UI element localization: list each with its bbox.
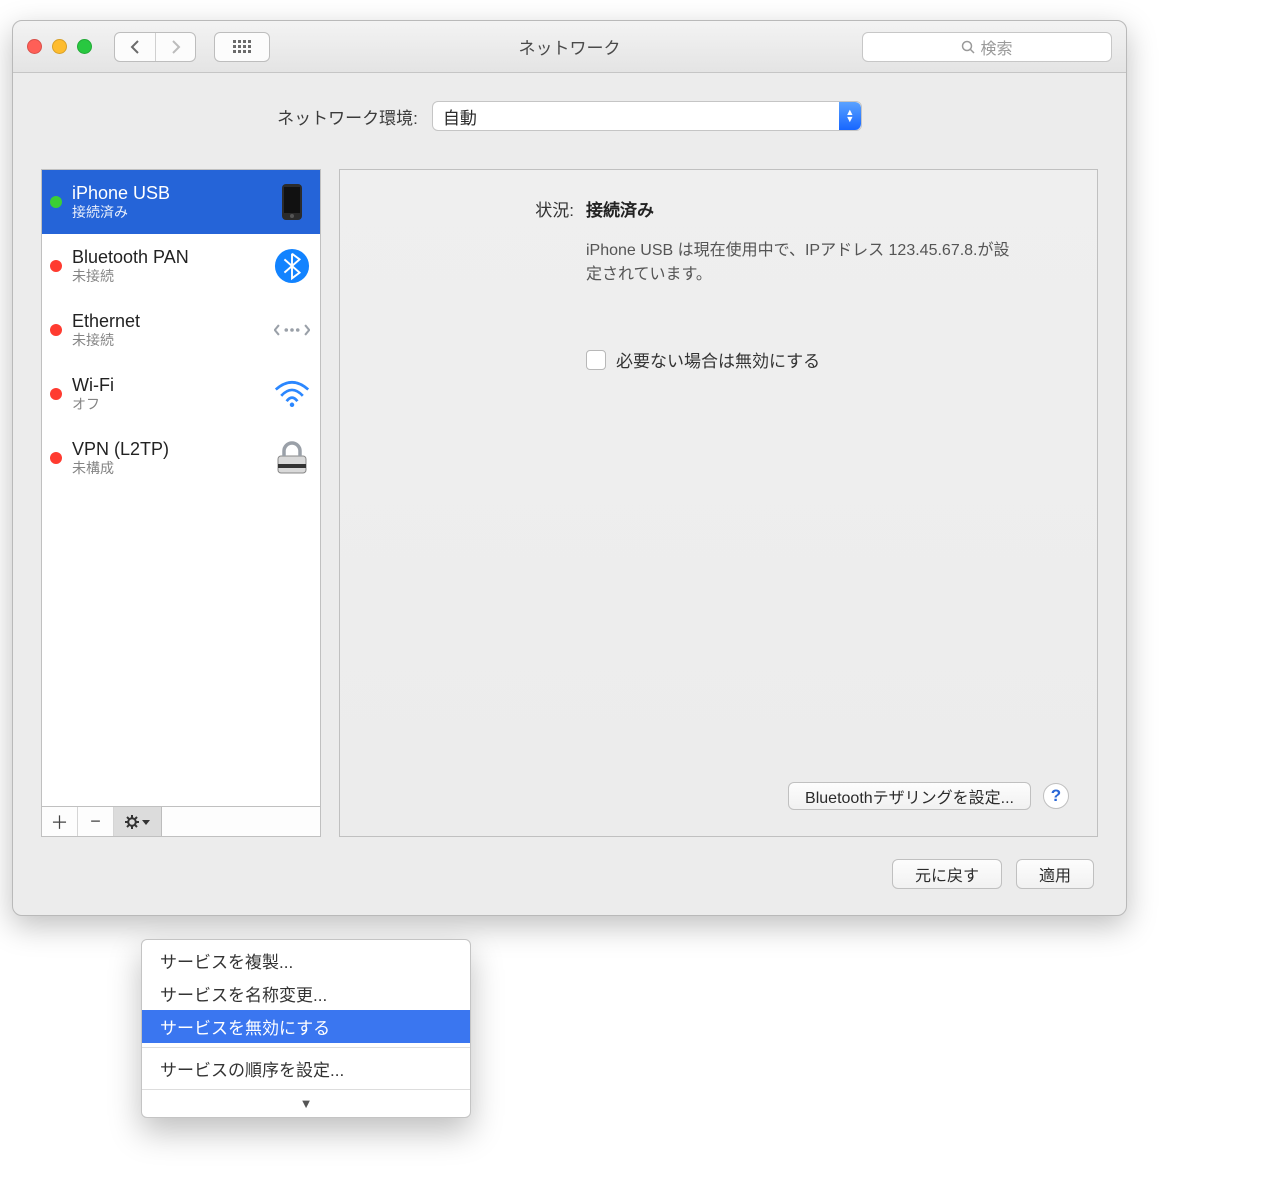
menu-item-set-service-order[interactable]: サービスの順序を設定... (142, 1052, 470, 1085)
location-row: ネットワーク環境: 自動 ▲▼ (41, 101, 1098, 131)
back-button[interactable] (115, 33, 155, 61)
revert-button[interactable]: 元に戻す (892, 859, 1002, 889)
service-item-bluetooth-pan[interactable]: Bluetooth PAN 未接続 (42, 234, 320, 298)
service-name-label: Ethernet (72, 311, 264, 333)
search-placeholder: 検索 (980, 35, 1012, 59)
service-item-wifi[interactable]: Wi-Fi オフ (42, 362, 320, 426)
iphone-icon (274, 184, 310, 220)
service-name-label: Bluetooth PAN (72, 247, 264, 269)
services-list[interactable]: iPhone USB 接続済み Bluetooth PAN 未接続 (41, 169, 321, 807)
service-item-ethernet[interactable]: Ethernet 未接続 (42, 298, 320, 362)
show-all-button[interactable] (214, 32, 270, 62)
menu-scroll-down-icon[interactable]: ▼ (142, 1094, 470, 1117)
titlebar: ネットワーク 検索 (13, 21, 1126, 73)
apply-button[interactable]: 適用 (1016, 859, 1094, 889)
menu-item-duplicate-service[interactable]: サービスを複製... (142, 944, 470, 977)
bluetooth-icon (274, 248, 310, 284)
actions-context-menu: サービスを複製... サービスを名称変更... サービスを無効にする サービスの… (141, 939, 471, 1118)
menu-separator (142, 1047, 470, 1048)
menu-separator (142, 1089, 470, 1090)
lock-icon (274, 440, 310, 476)
status-dot-icon (50, 388, 62, 400)
status-description: iPhone USB は現在使用中で、IPアドレス 123.45.67.8.が設… (586, 239, 1016, 287)
service-status-label: 未接続 (72, 268, 264, 285)
search-icon (961, 40, 975, 54)
add-service-button[interactable]: ＋ (42, 807, 78, 836)
menu-item-disable-service[interactable]: サービスを無効にする (142, 1010, 470, 1043)
location-label: ネットワーク環境: (277, 104, 418, 129)
button-label: 元に戻す (915, 862, 979, 886)
service-name-label: Wi-Fi (72, 375, 264, 397)
service-name-label: iPhone USB (72, 183, 264, 205)
status-dot-icon (50, 324, 62, 336)
search-field[interactable]: 検索 (862, 32, 1112, 62)
actions-menu-button[interactable] (114, 807, 162, 836)
window-body: ネットワーク環境: 自動 ▲▼ iPhone USB 接続済み (13, 73, 1126, 915)
button-label: Bluetoothテザリングを設定... (805, 784, 1014, 808)
service-status-label: 未構成 (72, 460, 264, 477)
window-controls (13, 39, 92, 54)
status-value: 接続済み (586, 196, 654, 221)
preferences-window: ネットワーク 検索 ネットワーク環境: 自動 ▲▼ (12, 20, 1127, 916)
status-dot-icon (50, 196, 62, 208)
button-label: 適用 (1039, 862, 1071, 886)
service-status-label: オフ (72, 396, 264, 413)
dialog-footer: 元に戻す 適用 (41, 837, 1098, 889)
service-item-iphone-usb[interactable]: iPhone USB 接続済み (42, 170, 320, 234)
wifi-icon (274, 376, 310, 412)
menu-item-rename-service[interactable]: サービスを名称変更... (142, 977, 470, 1010)
service-status-label: 接続済み (72, 204, 264, 221)
disable-when-unneeded-checkbox[interactable] (586, 350, 606, 370)
nav-back-forward (114, 32, 196, 62)
list-toolbar: ＋ − (41, 807, 321, 837)
forward-button[interactable] (155, 33, 195, 61)
service-status-label: 未接続 (72, 332, 264, 349)
remove-service-button[interactable]: − (78, 807, 114, 836)
zoom-window-button[interactable] (77, 39, 92, 54)
close-window-button[interactable] (27, 39, 42, 54)
services-column: iPhone USB 接続済み Bluetooth PAN 未接続 (41, 169, 321, 837)
configure-bluetooth-tether-button[interactable]: Bluetoothテザリングを設定... (788, 782, 1031, 810)
minimize-window-button[interactable] (52, 39, 67, 54)
select-stepper-icon: ▲▼ (839, 102, 861, 130)
status-dot-icon (50, 260, 62, 272)
help-button[interactable]: ? (1043, 783, 1069, 809)
ethernet-icon (274, 312, 310, 348)
content-panes: iPhone USB 接続済み Bluetooth PAN 未接続 (41, 169, 1098, 837)
location-value: 自動 (443, 104, 477, 129)
status-label: 状況: (528, 196, 574, 221)
service-item-vpn[interactable]: VPN (L2TP) 未構成 (42, 426, 320, 490)
checkbox-label: 必要ない場合は無効にする (616, 347, 820, 372)
service-name-label: VPN (L2TP) (72, 439, 264, 461)
status-dot-icon (50, 452, 62, 464)
detail-pane: 状況: 接続済み iPhone USB は現在使用中で、IPアドレス 123.4… (339, 169, 1098, 837)
location-select[interactable]: 自動 ▲▼ (432, 101, 862, 131)
